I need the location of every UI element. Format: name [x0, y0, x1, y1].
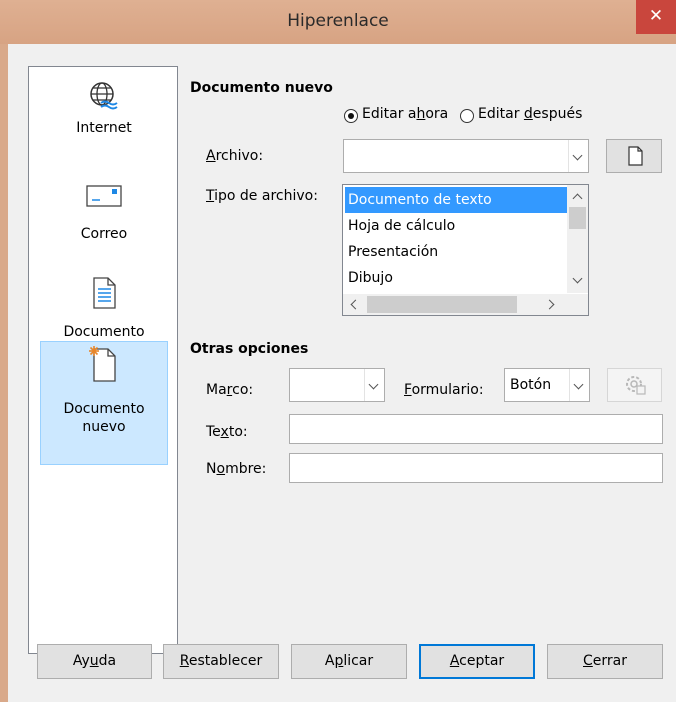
list-item[interactable]: Documento de texto [345, 187, 571, 213]
scrollbar-corner [567, 294, 588, 315]
accept-button[interactable]: Aceptar [419, 644, 535, 679]
globe-icon [90, 82, 118, 110]
sidebar-item-mail[interactable]: Correo [41, 175, 167, 255]
form-value: Botón [510, 377, 552, 393]
window-frame [0, 44, 8, 702]
dialog-title: Hiperenlace [287, 11, 389, 31]
reset-button[interactable]: Restablecer [163, 644, 279, 679]
new-document-icon [89, 346, 116, 382]
chevron-down-icon[interactable] [568, 140, 588, 172]
filetype-label: Tipo de archivo: [206, 188, 318, 204]
edit-later-radio[interactable] [460, 109, 474, 123]
hyperlink-type-sidebar: Internet Correo Documento Documento nuev… [28, 66, 178, 654]
horizontal-scrollbar[interactable] [343, 294, 567, 315]
horizontal-scroll-thumb[interactable] [367, 296, 517, 313]
help-button[interactable]: Ayuda [37, 644, 152, 679]
file-combobox[interactable] [343, 139, 589, 173]
hyperlink-dialog: Hiperenlace ✕ Internet Correo Documento … [0, 0, 676, 702]
envelope-icon [86, 185, 122, 207]
select-path-button[interactable] [606, 139, 662, 173]
sidebar-item-label-line1: Documento [63, 401, 145, 417]
edit-later-label[interactable]: Editar después [478, 106, 582, 122]
edit-now-label[interactable]: Editar ahora [362, 106, 448, 122]
title-bar: Hiperenlace ✕ [0, 0, 676, 44]
sidebar-item-label: Documento [63, 324, 145, 340]
file-label: Archivo: [206, 148, 264, 164]
new-document-heading: Documento nuevo [190, 80, 333, 96]
gear-icon [626, 376, 646, 395]
name-input[interactable] [289, 453, 663, 483]
sidebar-item-label: Internet [76, 120, 132, 136]
chevron-down-icon[interactable] [364, 369, 384, 401]
filetype-listbox[interactable]: Documento de texto Hoja de cálculo Prese… [342, 184, 589, 316]
close-window-button[interactable]: ✕ [636, 0, 676, 34]
sidebar-item-label: Correo [80, 226, 128, 242]
form-label: Formulario: [404, 382, 484, 398]
sidebar-item-internet[interactable]: Internet [41, 75, 167, 155]
list-item[interactable]: Dibujo [345, 265, 571, 291]
sidebar-item-label-line2: nuevo [82, 419, 126, 435]
scroll-down-icon[interactable] [572, 273, 583, 284]
frame-label: Marco: [206, 382, 254, 398]
close-icon: ✕ [648, 6, 664, 26]
text-label: Texto: [206, 424, 248, 440]
name-label: Nombre: [206, 461, 267, 477]
scroll-right-icon[interactable] [544, 299, 555, 310]
document-icon [93, 277, 116, 309]
vertical-scroll-thumb[interactable] [569, 207, 586, 229]
apply-button[interactable]: Aplicar [291, 644, 407, 679]
blank-document-icon [628, 146, 643, 166]
scroll-up-icon[interactable] [572, 193, 583, 204]
chevron-down-icon[interactable] [569, 369, 589, 401]
list-item[interactable]: Hoja de cálculo [345, 213, 571, 239]
form-events-button[interactable] [607, 368, 662, 402]
other-options-heading: Otras opciones [190, 341, 309, 357]
edit-now-radio[interactable] [344, 109, 358, 123]
scroll-left-icon[interactable] [350, 299, 361, 310]
text-input[interactable] [289, 414, 663, 444]
form-combobox[interactable]: Botón [504, 368, 590, 402]
sidebar-item-new-document[interactable]: Documento nuevo [40, 341, 168, 465]
frame-combobox[interactable] [289, 368, 385, 402]
vertical-scrollbar[interactable] [567, 185, 588, 293]
list-item[interactable]: Presentación [345, 239, 571, 265]
close-button[interactable]: Cerrar [547, 644, 663, 679]
